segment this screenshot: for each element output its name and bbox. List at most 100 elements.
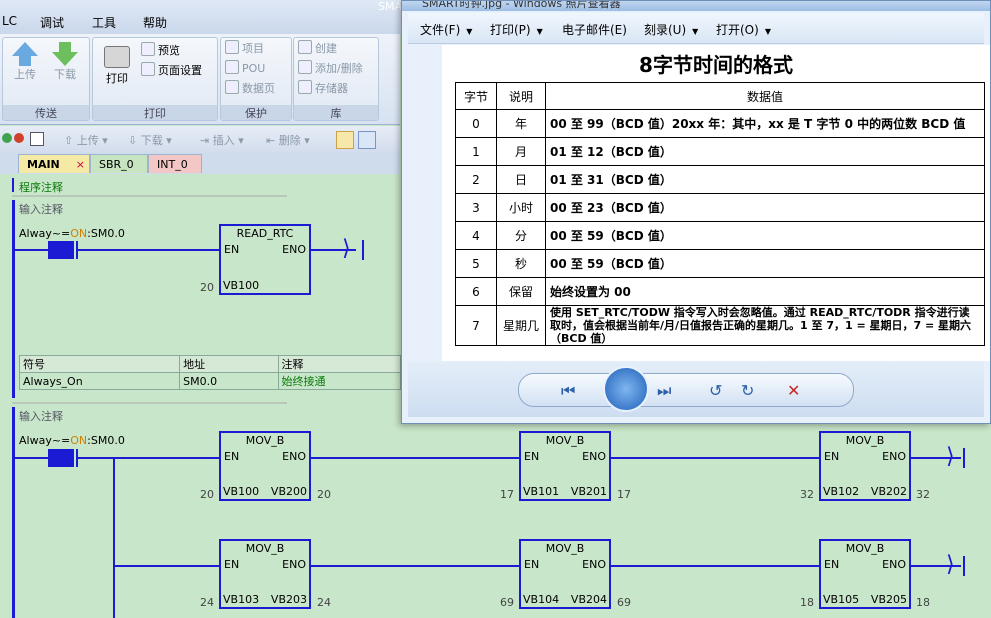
create-label: 创建 (315, 42, 337, 55)
wire (311, 457, 520, 459)
page-setup-button[interactable]: 页面设置 (141, 62, 202, 80)
mov-b-block[interactable]: MOV_B EN ENO VB105 VB205 (819, 539, 911, 609)
toolbar-delete[interactable]: ⇤ 删除 ▾ (266, 132, 310, 148)
block-out-value: 20 (317, 488, 331, 501)
block-in-operand[interactable]: VB103 (223, 593, 259, 606)
program-comment[interactable]: 程序注释 (19, 179, 63, 195)
block-out-operand[interactable]: VB205 (871, 593, 907, 606)
preview-button[interactable]: 预览 (141, 42, 180, 60)
block-out-operand[interactable]: VB202 (871, 485, 907, 498)
mov-b-block[interactable]: MOV_B EN ENO VB104 VB204 (519, 539, 611, 609)
read-rtc-block[interactable]: READ_RTC EN ENO VB100 (219, 224, 311, 295)
pou-label: POU (242, 62, 266, 75)
mov-b-block[interactable]: MOV_B EN ENO VB103 VB203 (219, 539, 311, 609)
rotate-ccw-icon[interactable]: ↺ (709, 381, 722, 400)
close-icon[interactable]: × (76, 155, 85, 174)
block-in-operand[interactable]: VB102 (823, 485, 859, 498)
menu-burn[interactable]: 刻录(U) ▼ (644, 21, 698, 38)
memory-icon (298, 80, 312, 94)
delete-icon[interactable]: ✕ (787, 381, 800, 400)
menu-help[interactable]: 帮助 (143, 14, 167, 31)
toolbar-upload-label: 上传 (76, 134, 99, 147)
tab-int-0[interactable]: INT_0 (148, 154, 202, 173)
memory-label: 存储器 (315, 82, 348, 95)
mov-b-block[interactable]: MOV_B EN ENO VB101 VB201 (519, 431, 611, 501)
ribbon: 上传 下载 传送 打印 预览 页面设置 打印 项目 POU 数据页 保护 创建 … (0, 34, 400, 125)
menu-tools[interactable]: 工具 (92, 14, 116, 31)
stop-icon[interactable] (14, 133, 24, 143)
page-setup-icon (141, 62, 155, 76)
block-title: MOV_B (245, 542, 285, 555)
datapage-protect-button[interactable]: 数据页 (225, 80, 275, 98)
viewer-title-bar[interactable]: SMART时钟.jpg - Windows 照片查看器 (402, 1, 990, 11)
tab-sbr-0[interactable]: SBR_0 (90, 154, 148, 173)
create-library-button[interactable]: 创建 (298, 40, 337, 58)
menu-plc[interactable]: LC (2, 14, 17, 28)
block-en: EN (824, 558, 840, 571)
print-button[interactable]: 打印 (99, 46, 135, 86)
ribbon-group-title: 传送 (3, 105, 89, 120)
block-title: MOV_B (545, 434, 585, 447)
ribbon-group-library: 创建 添加/删除 存储器 库 (293, 37, 379, 121)
table-row: 1 月 01 至 12（BCD 值） (455, 137, 985, 166)
block-title: MOV_B (845, 434, 885, 447)
block-out-operand[interactable]: VB200 (271, 485, 307, 498)
menu-file[interactable]: 文件(F) ▼ (420, 21, 472, 38)
branch-wire (113, 457, 115, 618)
network-separator (12, 195, 287, 197)
block-in-operand[interactable]: VB104 (523, 593, 559, 606)
tab-sbr-label: SBR_0 (99, 158, 134, 171)
ladder-view-icon[interactable] (358, 131, 376, 149)
mov-b-block[interactable]: MOV_B EN ENO VB102 VB202 (819, 431, 911, 501)
memory-button[interactable]: 存储器 (298, 80, 348, 98)
compile-icon[interactable] (30, 132, 44, 146)
eno-arrow-icon: ⟩ (946, 552, 955, 577)
network-2-contact[interactable] (50, 449, 74, 467)
block-in-operand[interactable]: VB105 (823, 593, 859, 606)
block-in-value: 69 (500, 596, 514, 609)
network-1-contact[interactable] (50, 241, 74, 259)
block-out-value: 17 (617, 488, 631, 501)
block-in-value: 20 (200, 281, 214, 294)
toolbar-insert[interactable]: ⇥ 插入 ▾ (200, 132, 244, 148)
block-out-value: 32 (916, 488, 930, 501)
block-title: READ_RTC (236, 227, 294, 240)
previous-icon[interactable]: ⏮ (561, 381, 575, 401)
block-out-operand[interactable]: VB203 (271, 593, 307, 606)
network-view-icon[interactable] (336, 131, 354, 149)
chevron-down-icon: ▼ (466, 27, 473, 36)
block-in-value: 18 (800, 596, 814, 609)
network-2-comment[interactable]: 输入注释 (19, 408, 63, 424)
block-eno: ENO (882, 558, 906, 571)
table-row: 4 分 00 至 59（BCD 值） (455, 221, 985, 250)
menu-debug[interactable]: 调试 (40, 14, 64, 31)
network-1-comment[interactable]: 输入注释 (19, 201, 63, 217)
block-out-operand[interactable]: VB204 (571, 593, 607, 606)
viewer-control-bar: ⊕▾ ⊡ ⏮ ⏭ ↺ ↻ ✕ (408, 361, 984, 417)
project-protect-button[interactable]: 项目 (225, 40, 264, 58)
menu-email[interactable]: 电子邮件(E) (562, 21, 627, 38)
photo-viewer-window[interactable]: SMART时钟.jpg - Windows 照片查看器 文件(F) ▼ 打印(P)… (401, 0, 991, 424)
menu-print[interactable]: 打印(P) ▼ (490, 21, 543, 38)
wire-end (362, 240, 364, 260)
block-out-operand[interactable]: VB201 (571, 485, 607, 498)
download-label: 下载 (54, 68, 76, 81)
toolbar-download-label: 下载 (140, 134, 163, 147)
block-in-operand[interactable]: VB100 (223, 279, 259, 292)
address-header: 地址 (179, 355, 279, 373)
add-remove-library-button[interactable]: 添加/删除 (298, 60, 363, 78)
toolbar-download[interactable]: ⇩ 下载 ▾ (128, 132, 172, 148)
pou-protect-button[interactable]: POU (225, 60, 265, 78)
toolbar-upload[interactable]: ⇧ 上传 ▾ (64, 132, 108, 148)
menu-open[interactable]: 打开(O) ▼ (716, 21, 771, 38)
block-in-operand[interactable]: VB100 (223, 485, 259, 498)
download-button[interactable]: 下载 (49, 42, 81, 82)
run-icon[interactable] (2, 133, 12, 143)
rotate-cw-icon[interactable]: ↻ (741, 381, 754, 400)
next-icon[interactable]: ⏭ (657, 381, 671, 401)
tab-main[interactable]: MAIN × (18, 154, 90, 173)
upload-button[interactable]: 上传 (9, 42, 41, 82)
block-in-operand[interactable]: VB101 (523, 485, 559, 498)
slideshow-icon[interactable] (603, 366, 649, 412)
mov-b-block[interactable]: MOV_B EN ENO VB100 VB200 (219, 431, 311, 501)
